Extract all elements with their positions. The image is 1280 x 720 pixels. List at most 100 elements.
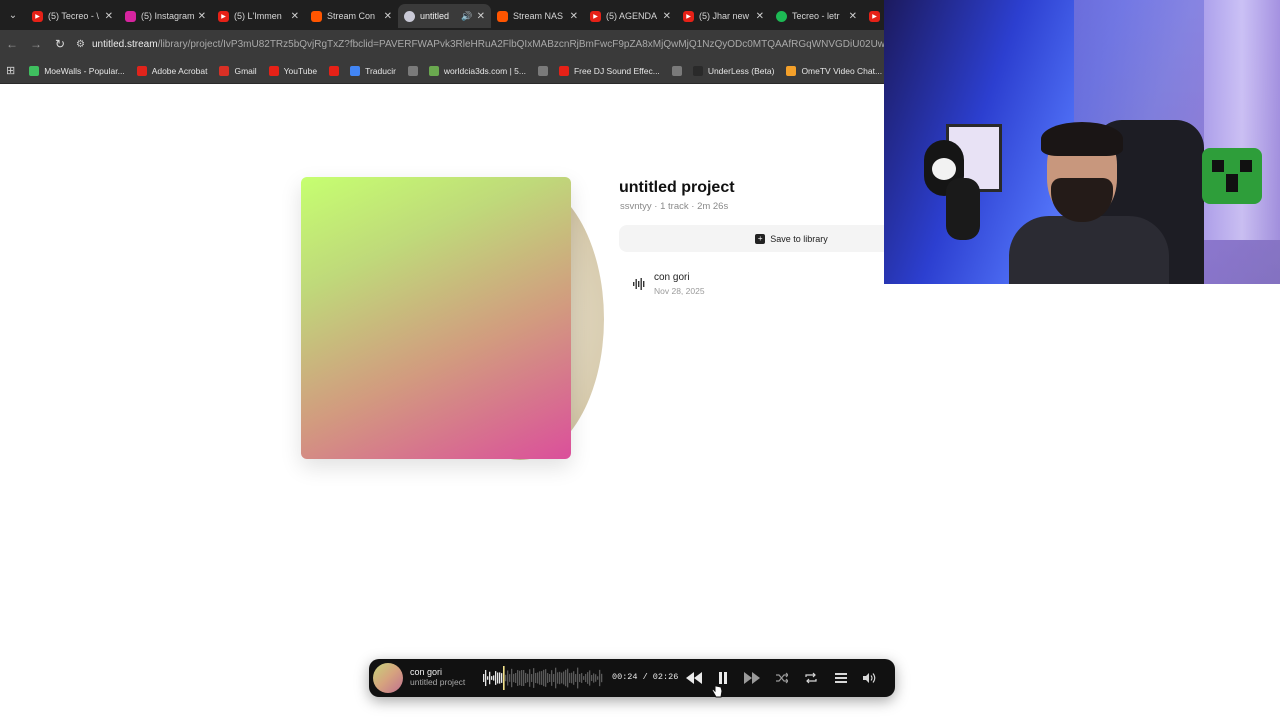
youtube-favicon-icon: ▶	[32, 10, 43, 22]
plus-icon: +	[755, 233, 766, 244]
tab-close-icon[interactable]: ✕	[570, 11, 578, 22]
bookmark-item[interactable]	[671, 65, 687, 76]
browser-tab[interactable]: (5) Instagram ✕	[119, 4, 212, 28]
browser-tab[interactable]: ▶ (5) L'Immen ✕	[212, 4, 305, 28]
bookmark-item[interactable]	[329, 65, 344, 76]
bookmark-item[interactable]: YouTube	[268, 65, 317, 76]
save-to-library-button[interactable]: + Save to library	[619, 225, 884, 252]
forward-icon[interactable]: →	[24, 30, 48, 58]
bookmark-favicon-icon	[407, 65, 418, 76]
waveform-bar	[537, 672, 539, 684]
waveform-bar	[569, 673, 571, 683]
browser-tab[interactable]: ▶(4	[863, 4, 884, 28]
tab-title: Stream Con	[327, 11, 376, 21]
youtube-favicon-icon: ▶	[218, 10, 229, 22]
waveform-bar	[489, 671, 491, 685]
waveform-icon	[633, 278, 645, 290]
bookmark-item[interactable]	[537, 65, 553, 76]
back-icon[interactable]: ←	[0, 30, 24, 58]
waveform-bar	[483, 674, 485, 682]
tab-close-icon[interactable]: ✕	[477, 11, 485, 22]
fast-forward-icon[interactable]	[743, 669, 761, 687]
waveform-bar	[601, 673, 603, 683]
bookmark-item[interactable]: UnderLess (Beta)	[692, 65, 775, 76]
browser-tab[interactable]: Stream NAS ✕	[491, 4, 584, 28]
site-info-icon[interactable]: ⚙	[76, 39, 85, 50]
waveform-bar	[529, 669, 531, 687]
browser-tab-strip: ⌄ ▶ (5) Tecreo - \ ✕ (5) Instagram ✕ ▶ (5) L'I…	[0, 0, 884, 30]
tab-close-icon[interactable]: ✕	[849, 11, 857, 22]
queue-icon[interactable]	[832, 669, 850, 687]
waveform-bar	[531, 674, 533, 682]
shuffle-icon[interactable]	[773, 669, 791, 687]
waveform-bar	[547, 673, 549, 683]
tab-close-icon[interactable]: ✕	[663, 11, 671, 22]
repeat-icon[interactable]	[802, 669, 820, 687]
bookmark-item[interactable]: Free DJ Sound Effec...	[558, 65, 660, 76]
tab-close-icon[interactable]: ✕	[756, 11, 764, 22]
bookmark-item[interactable]: Gmail	[219, 65, 257, 76]
bookmark-item[interactable]: MoeWalls - Popular...	[29, 65, 125, 76]
track-date: Nov 28, 2025	[654, 286, 705, 296]
tab-close-icon[interactable]: ✕	[384, 11, 392, 22]
tab-close-icon[interactable]: ✕	[105, 11, 113, 22]
bookmark-item[interactable]: OmeTV Video Chat...	[786, 65, 882, 76]
waveform-bar	[559, 671, 561, 685]
apps-grid-icon[interactable]: ⊞	[6, 64, 15, 77]
bookmark-label: MoeWalls - Popular...	[44, 65, 125, 76]
bookmark-favicon-icon	[219, 65, 230, 76]
browser-tab[interactable]: Stream Con ✕	[305, 4, 398, 28]
bookmark-label: Gmail	[234, 65, 257, 76]
soundcloud-favicon-icon	[311, 10, 322, 22]
waveform-bar	[485, 669, 487, 687]
tab-audio-icon[interactable]: 🔊	[461, 11, 472, 22]
bookmark-favicon-icon	[329, 65, 340, 76]
track-row[interactable]: con gori Nov 28, 2025	[630, 270, 870, 300]
waveform-bar	[511, 668, 513, 688]
bookmark-favicon-icon	[537, 65, 548, 76]
bookmark-label: UnderLess (Beta)	[707, 65, 775, 76]
bookmark-item[interactable]	[407, 65, 423, 76]
browser-tab[interactable]: ▶ (5) Jhar new ✕	[677, 4, 770, 28]
browser-tab[interactable]: Tecreo - letr ✕	[770, 4, 863, 28]
playhead[interactable]	[503, 666, 505, 690]
reload-icon[interactable]: ↻	[48, 30, 72, 58]
browser-tab[interactable]: ▶ (5) Tecreo - \ ✕	[26, 4, 119, 28]
waveform-bar	[549, 674, 551, 682]
bookmark-favicon-icon	[29, 65, 40, 76]
bookmark-item[interactable]: Adobe Acrobat	[136, 65, 207, 76]
tab-title: Stream NAS	[513, 11, 564, 21]
address-bar[interactable]: ⚙ untitled.stream/library/project/IvP3mU…	[72, 33, 884, 55]
player-track-title: con gori	[410, 667, 443, 677]
webcam-overlay	[884, 0, 1280, 284]
bookmark-item[interactable]: worldcia3ds.com | 5...	[428, 65, 526, 76]
player-artwork[interactable]	[373, 663, 403, 693]
browser-tab[interactable]: ▶ (5) AGENDA ✕	[584, 4, 677, 28]
track-name: con gori	[654, 272, 690, 283]
volume-icon[interactable]	[861, 669, 879, 687]
player-bar: con gori untitled project 00:24 / 02:26	[369, 659, 895, 697]
waveform-bar	[563, 671, 565, 685]
bookmark-favicon-icon	[671, 65, 682, 76]
soundcloud-favicon-icon	[497, 10, 508, 22]
album-cover[interactable]	[301, 177, 571, 459]
bookmark-label: Free DJ Sound Effec...	[573, 65, 660, 76]
waveform-bar	[577, 667, 579, 689]
tab-close-icon[interactable]: ✕	[291, 11, 299, 22]
url-path: /library/project/IvP3mU82TRz5bQvjRgTxZ?f…	[157, 38, 884, 50]
bookmark-item[interactable]: Traducir	[350, 65, 396, 76]
player-waveform-scrubber[interactable]	[483, 665, 605, 691]
waveform-bar	[499, 672, 501, 684]
tab-title: (5) AGENDA	[606, 11, 658, 21]
browser-tab[interactable]: untitled 🔊 ✕	[398, 4, 491, 28]
rewind-icon[interactable]	[685, 669, 703, 687]
waveform-bar	[575, 674, 577, 682]
waveform-bar	[523, 670, 525, 686]
bookmark-label: worldcia3ds.com | 5...	[443, 65, 526, 76]
tab-search-chevron-icon[interactable]: ⌄	[0, 0, 26, 30]
screen: ⌄ ▶ (5) Tecreo - \ ✕ (5) Instagram ✕ ▶ (5) L'I…	[0, 0, 1280, 720]
waveform-bar	[583, 676, 585, 680]
tab-close-icon[interactable]: ✕	[198, 11, 206, 22]
waveform-bar	[533, 668, 535, 688]
waveform-bar	[587, 672, 589, 684]
